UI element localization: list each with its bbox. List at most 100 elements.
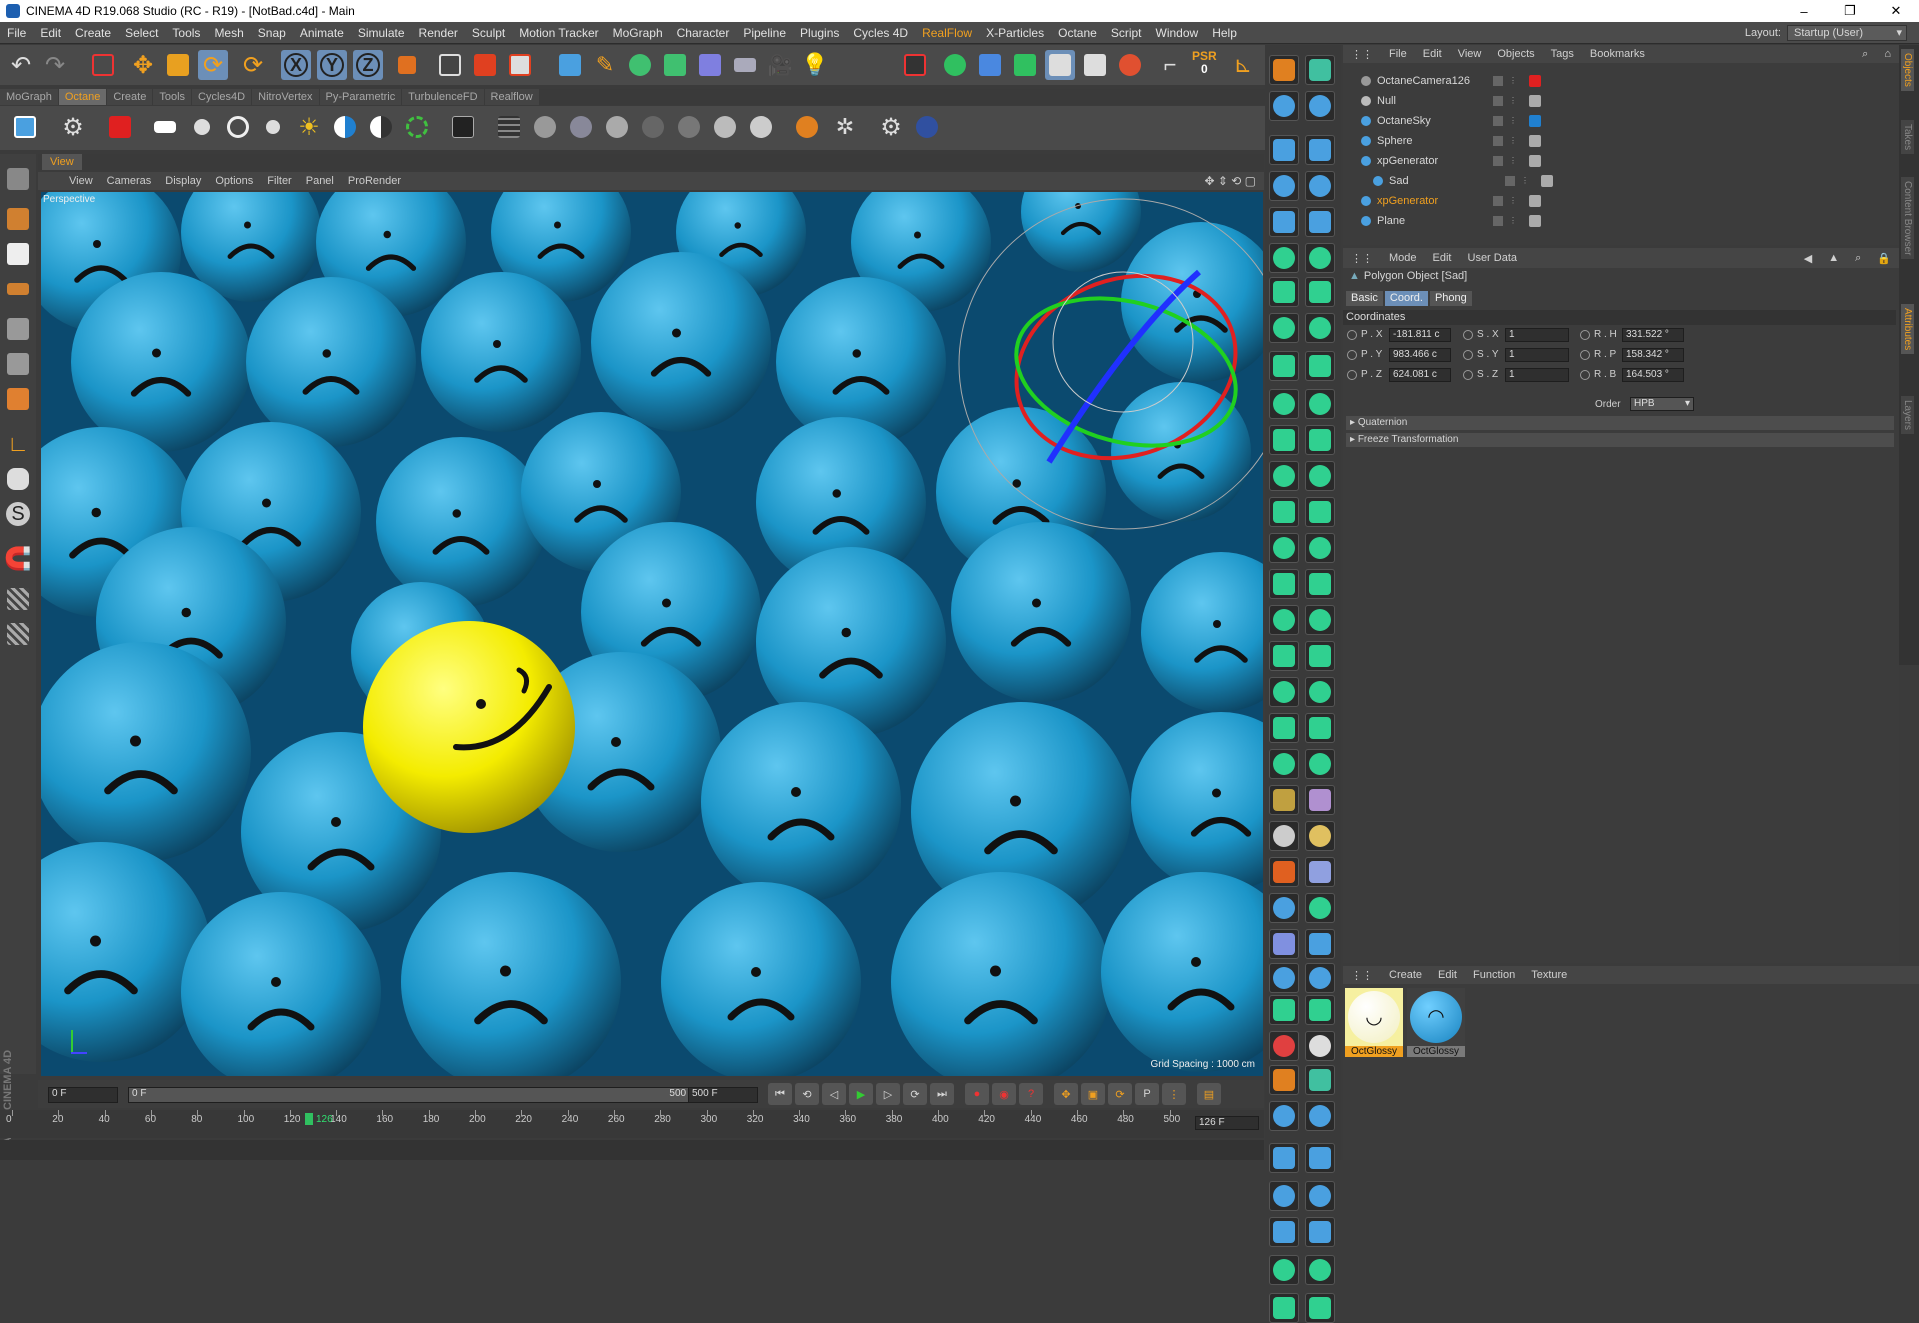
attributes-menu-mode[interactable]: Mode: [1381, 252, 1425, 264]
menu-mesh[interactable]: Mesh: [207, 26, 250, 40]
attr-tab-phong[interactable]: Phong: [1429, 291, 1472, 306]
s-value-field[interactable]: 1: [1505, 368, 1569, 382]
planar-workplane-icon[interactable]: [3, 619, 33, 649]
close-button[interactable]: ✕: [1873, 0, 1919, 22]
palette-tab-create[interactable]: Create: [107, 89, 153, 105]
scale-icon[interactable]: [163, 50, 193, 80]
plugin-tool-icon[interactable]: [1305, 1143, 1335, 1173]
visibility-toggle-icon[interactable]: [1493, 116, 1503, 126]
menu-window[interactable]: Window: [1149, 26, 1206, 40]
plugin-tool-icon[interactable]: [1305, 313, 1335, 343]
home-icon[interactable]: ⌂: [1876, 48, 1899, 60]
menu-motion-tracker[interactable]: Motion Tracker: [512, 26, 605, 40]
keyframe-dot-icon[interactable]: [1463, 370, 1473, 380]
solo-mode-icon[interactable]: S: [3, 499, 33, 529]
viewport-menu-display[interactable]: Display: [158, 175, 208, 187]
xp-question-icon[interactable]: [1115, 50, 1145, 80]
render-toggle-icon[interactable]: ⋮: [1509, 196, 1517, 206]
viewport-menu-prorender[interactable]: ProRender: [341, 175, 408, 187]
side-tab-objects[interactable]: Objects: [1901, 49, 1914, 91]
object-row[interactable]: xpGenerator ⋮: [1343, 153, 1873, 169]
plugin-tool-icon[interactable]: [1269, 533, 1299, 563]
plugin-tool-icon[interactable]: [1269, 569, 1299, 599]
visibility-toggle-icon[interactable]: [1493, 216, 1503, 226]
plugin-tool-icon[interactable]: [1269, 1255, 1299, 1285]
attributes-menu-edit[interactable]: Edit: [1425, 252, 1460, 264]
plugin-tool-icon[interactable]: [1305, 425, 1335, 455]
render-toggle-icon[interactable]: ⋮: [1509, 116, 1517, 126]
octane-daylight-icon[interactable]: ☀: [294, 112, 324, 142]
plugin-tool-icon[interactable]: [1269, 1143, 1299, 1173]
object-row[interactable]: Plane ⋮: [1343, 213, 1873, 229]
plugin-tool-icon[interactable]: [1305, 677, 1335, 707]
plugin-tool-icon[interactable]: [1305, 351, 1335, 381]
s-value-field[interactable]: 1: [1505, 348, 1569, 362]
plugin-tool-icon[interactable]: [1305, 277, 1335, 307]
coordinate-system-icon[interactable]: [392, 50, 422, 80]
material-swatch[interactable]: ◠ OctGlossy: [1407, 988, 1465, 1060]
plugin-tool-icon[interactable]: [1269, 605, 1299, 635]
preview-range-slider[interactable]: 0 F 500 F: [128, 1087, 708, 1103]
object-tag-icon[interactable]: [1541, 175, 1553, 187]
xp-systems-icon[interactable]: [975, 50, 1005, 80]
object-tag-icon[interactable]: [1529, 195, 1541, 207]
attributes-menu-user-data[interactable]: User Data: [1460, 252, 1526, 264]
object-row[interactable]: OctaneSky ⋮: [1343, 113, 1873, 129]
plugin-tool-icon[interactable]: [1269, 785, 1299, 815]
palette-tab-mograph[interactable]: MoGraph: [0, 89, 58, 105]
p-value-field[interactable]: 624.081 c: [1389, 368, 1451, 382]
plugin-tool-icon[interactable]: [1269, 277, 1299, 307]
cloner-icon[interactable]: [660, 50, 690, 80]
orbx-icon[interactable]: [912, 112, 942, 142]
plugin-tool-icon[interactable]: [1269, 91, 1299, 121]
menu-edit[interactable]: Edit: [33, 26, 68, 40]
keyframe-dot-icon[interactable]: [1580, 370, 1590, 380]
search-icon[interactable]: ⌕: [1847, 252, 1869, 265]
plugin-tool-icon[interactable]: [1269, 893, 1299, 923]
viewport-nav-icon[interactable]: ✥ ⇕ ⟲ ▢: [1204, 174, 1256, 188]
octane-spot-light-icon[interactable]: [258, 112, 288, 142]
plugin-tool-icon[interactable]: [1305, 207, 1335, 237]
level-icon[interactable]: ⌐: [1155, 50, 1185, 80]
visibility-toggle-icon[interactable]: [1493, 76, 1503, 86]
plugin-tool-icon[interactable]: [1305, 243, 1335, 273]
render-settings-icon[interactable]: [505, 50, 535, 80]
menu-x-particles[interactable]: X-Particles: [979, 26, 1051, 40]
plugin-tool-icon[interactable]: [1269, 1217, 1299, 1247]
key-rotation-icon[interactable]: ⟳: [1108, 1083, 1132, 1105]
plugin-tool-icon[interactable]: [1305, 461, 1335, 491]
plugin-tool-icon[interactable]: [1269, 677, 1299, 707]
viewport-menu-filter[interactable]: Filter: [260, 175, 298, 187]
redo-button[interactable]: ↷: [40, 50, 70, 80]
plugin-tool-icon[interactable]: [1305, 857, 1335, 887]
plugin-tool-icon[interactable]: [1269, 135, 1299, 165]
plugin-tool-icon[interactable]: [1269, 425, 1299, 455]
plugin-tool-icon[interactable]: [1305, 641, 1335, 671]
toon-material-icon[interactable]: [710, 112, 740, 142]
workplane-icon[interactable]: [3, 274, 33, 304]
lock-icon[interactable]: 🔒: [1869, 252, 1899, 265]
plugin-tool-icon[interactable]: [1305, 1031, 1335, 1061]
octane-targeted-light-icon[interactable]: [187, 112, 217, 142]
octane-area-light-icon[interactable]: [150, 112, 180, 142]
object-row[interactable]: Null ⋮: [1343, 93, 1873, 109]
plugin-tool-icon[interactable]: [1269, 461, 1299, 491]
palette-tab-turbulencefd[interactable]: TurbulenceFD: [402, 89, 484, 105]
go-to-start-button[interactable]: ⏮: [768, 1083, 792, 1105]
menu-sculpt[interactable]: Sculpt: [465, 26, 512, 40]
octane-object-tag-icon[interactable]: [448, 112, 478, 142]
metallic-material-icon[interactable]: [746, 112, 776, 142]
octane-scatter-icon[interactable]: ✲: [830, 112, 860, 142]
end-frame-field[interactable]: 500 F: [688, 1087, 758, 1103]
palette-tab-tools[interactable]: Tools: [153, 89, 192, 105]
menu-tools[interactable]: Tools: [165, 26, 207, 40]
render-toggle-icon[interactable]: ⋮: [1521, 176, 1529, 186]
octane-options-icon[interactable]: ⚙: [876, 112, 906, 142]
octane-ies-light-icon[interactable]: [223, 112, 253, 142]
object-row[interactable]: OctaneCamera126 ⋮: [1343, 73, 1873, 89]
key-position-icon[interactable]: ✥: [1054, 1083, 1078, 1105]
object-mode-icon[interactable]: [3, 204, 33, 234]
axis-mode-icon[interactable]: ∟: [3, 429, 33, 459]
back-arrow-icon[interactable]: ◀: [1796, 252, 1820, 265]
plugin-tool-icon[interactable]: [1269, 1065, 1299, 1095]
